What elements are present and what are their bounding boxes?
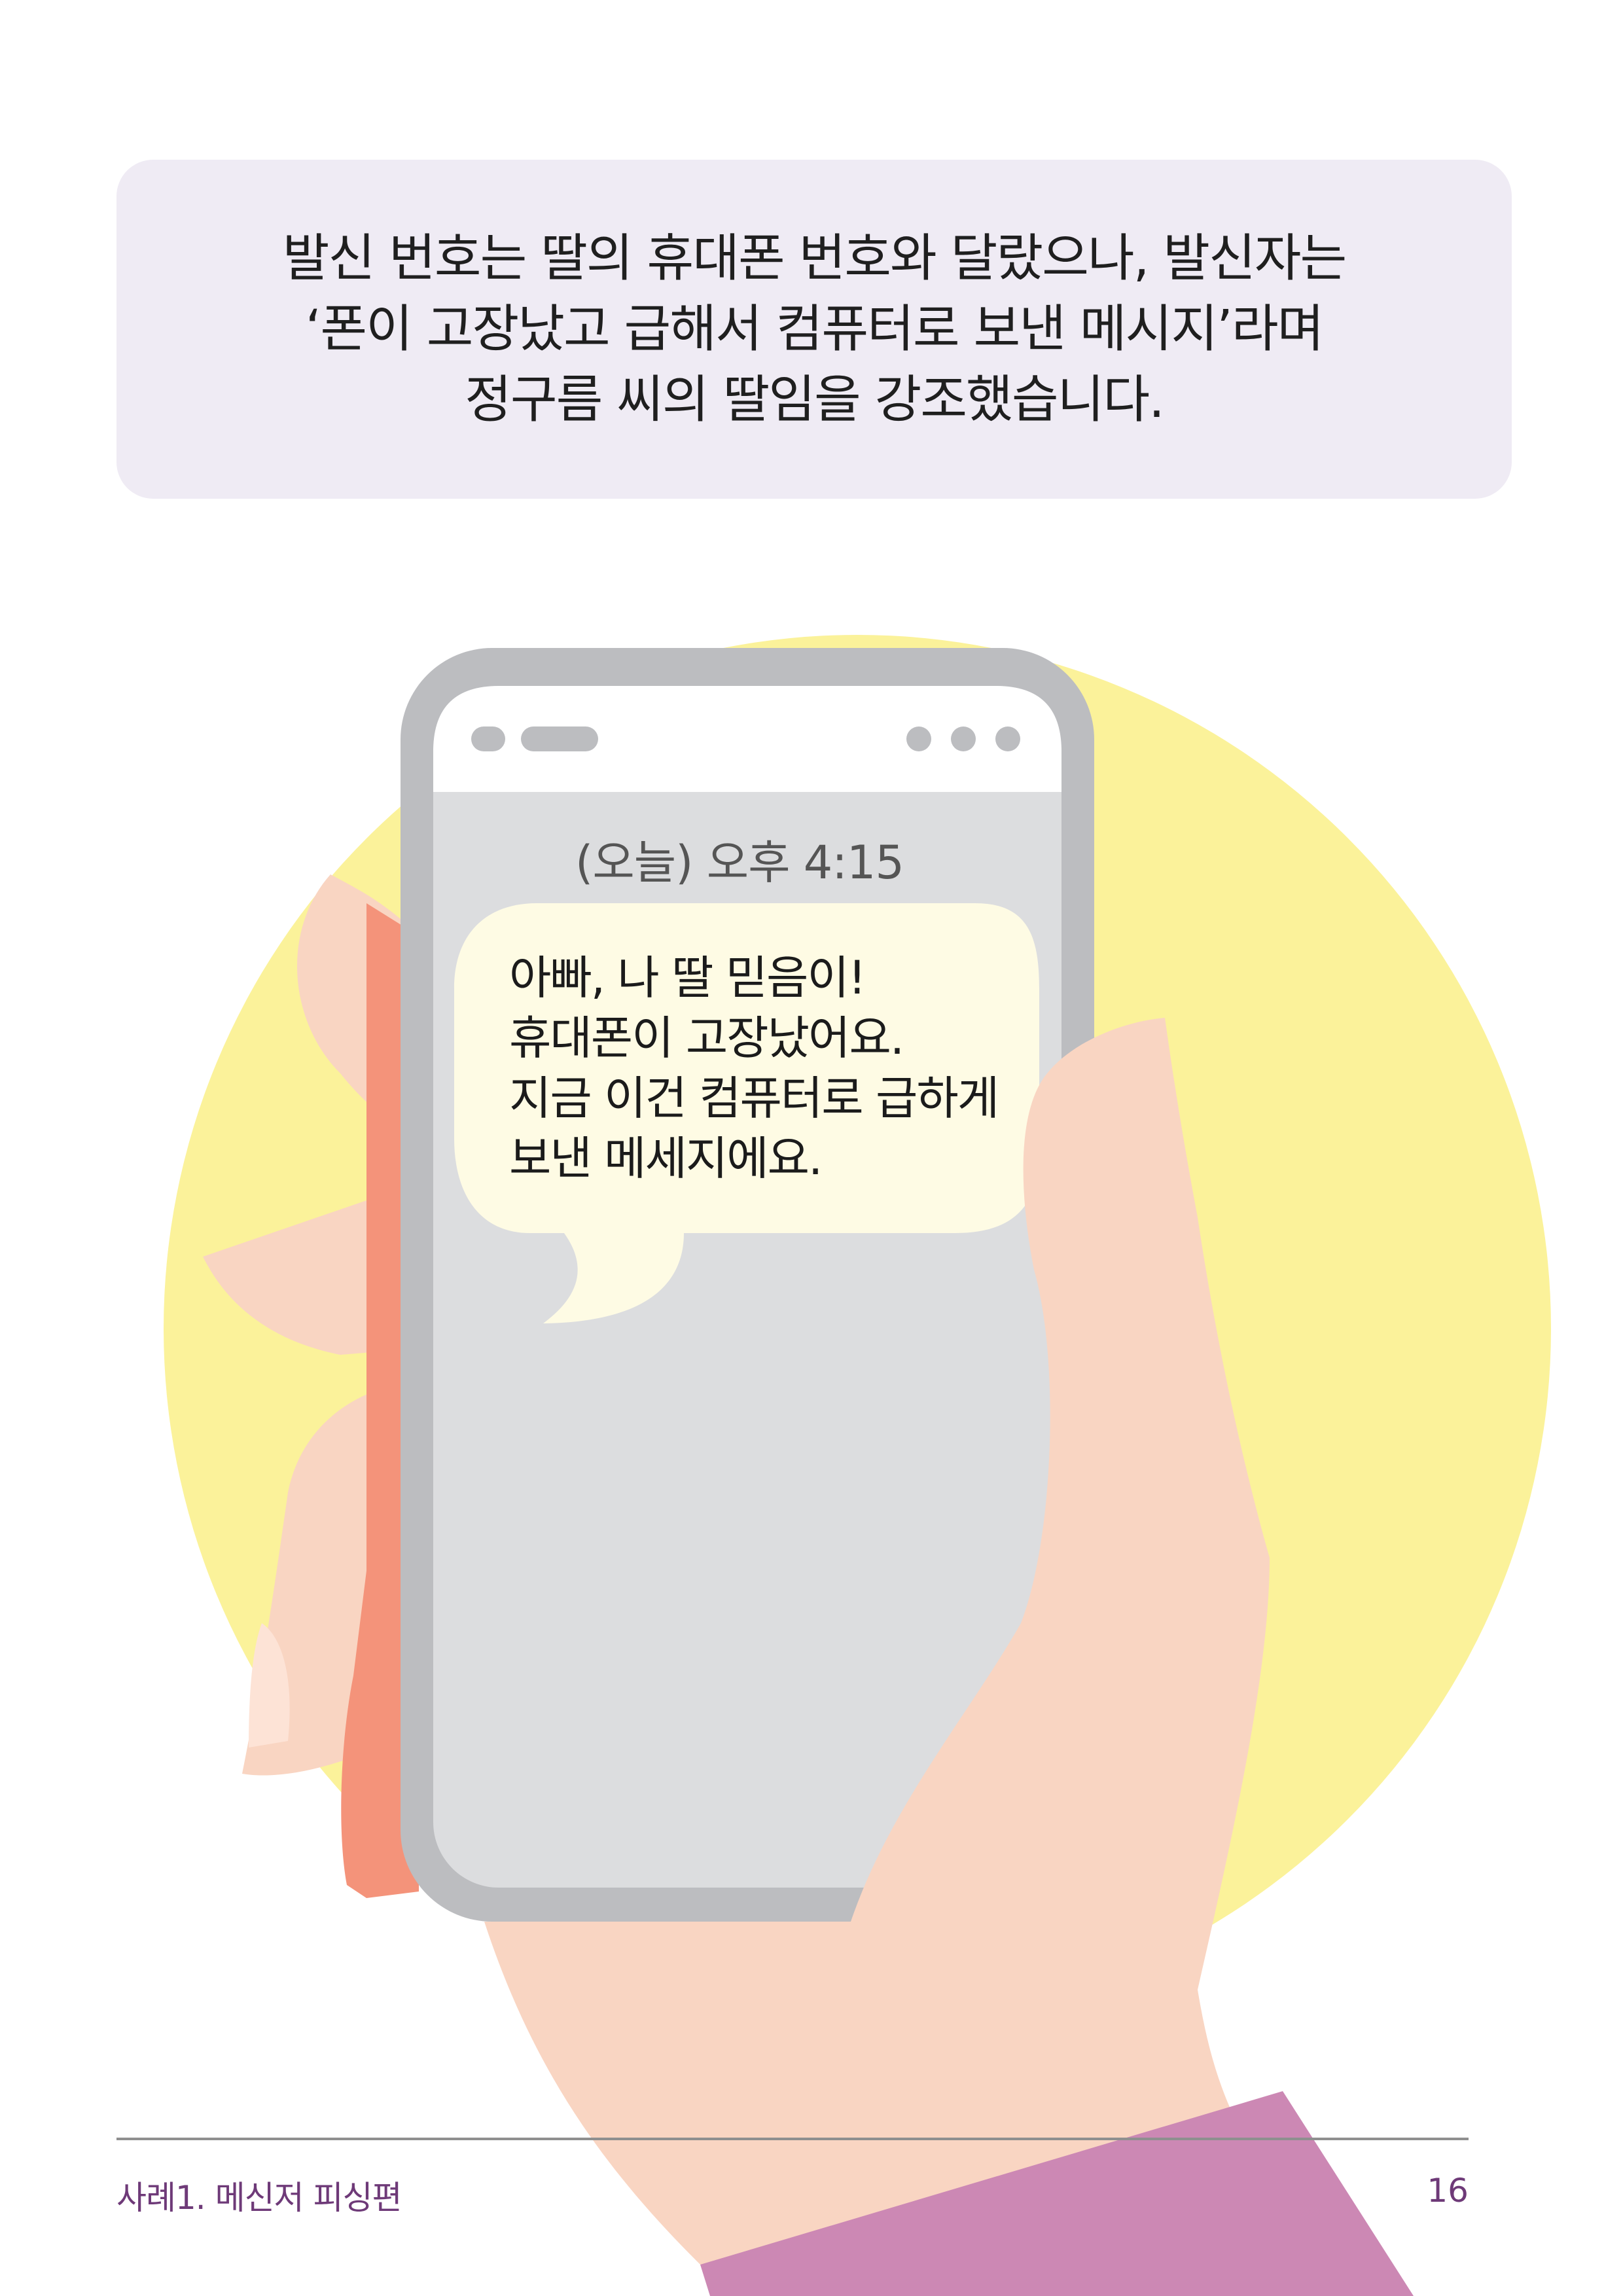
message-text: 아빠, 나 딸 믿음이! 휴대폰이 고장났어요. 지금 이건 컴퓨터로 급하게 … [509,948,1059,1189]
status-dot-3 [995,726,1020,751]
status-dot-1 [906,726,931,751]
message-timestamp: (오늘) 오후 4:15 [575,836,904,889]
message-line-1: 아빠, 나 딸 믿음이! [509,951,866,1005]
message-line-4: 보낸 메세지에요. [509,1132,823,1185]
footer-section-label: 사례1. 메신저 피싱편 [116,2179,402,2217]
message-line-3: 지금 이건 컴퓨터로 급하게 [509,1071,999,1125]
page-number: 16 [1427,2172,1469,2210]
status-dot-2 [951,726,976,751]
footer-divider [116,2138,1469,2140]
message-line-2: 휴대폰이 고장났어요. [509,1011,904,1065]
status-pill-small [471,726,505,751]
status-pill-long [521,726,598,751]
